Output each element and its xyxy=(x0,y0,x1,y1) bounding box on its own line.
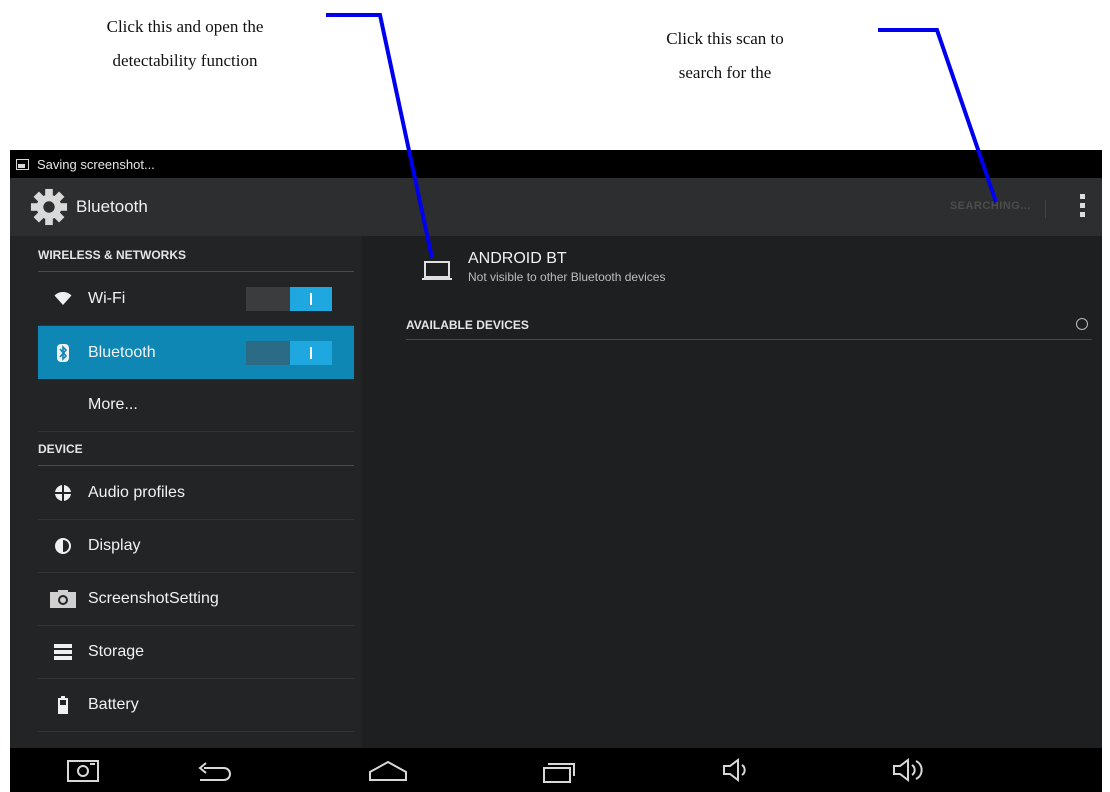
bluetooth-content: ANDROID BT Not visible to other Bluetoot… xyxy=(362,236,1102,748)
sidebar-item-label: Bluetooth xyxy=(88,343,156,361)
battery-icon xyxy=(50,694,76,716)
android-screen: Saving screenshot... Bluetooth SEARCHING… xyxy=(10,150,1102,792)
volume-down-icon[interactable] xyxy=(720,756,760,784)
sidebar-item-audio-profiles[interactable]: Audio profiles xyxy=(38,467,354,520)
gear-icon[interactable] xyxy=(30,188,68,226)
device-name: ANDROID BT xyxy=(468,250,567,267)
screenshot-icon[interactable] xyxy=(64,756,104,784)
sidebar-item-label: Battery xyxy=(88,696,139,713)
annotation-line: search for the xyxy=(678,63,772,82)
audio-profiles-icon xyxy=(50,482,76,504)
sidebar-item-label: More... xyxy=(88,396,138,413)
available-devices-label: AVAILABLE DEVICES xyxy=(406,318,529,332)
sidebar-item-label: Wi-Fi xyxy=(88,290,126,307)
recents-icon[interactable] xyxy=(538,756,578,784)
sidebar-item-storage[interactable]: Storage xyxy=(38,626,354,679)
scan-button[interactable]: SEARCHING... xyxy=(950,200,1046,218)
sidebar-item-wifi[interactable]: Wi-Fi xyxy=(38,273,354,326)
annotation-line: Click this and open the xyxy=(106,17,264,36)
storage-icon xyxy=(50,641,76,663)
annotation-detectability: Click this and open the detectability fu… xyxy=(40,10,330,78)
sidebar-item-label: ScreenshotSetting xyxy=(88,590,219,607)
overflow-menu-icon[interactable] xyxy=(1080,194,1086,220)
bluetooth-icon xyxy=(50,342,76,364)
annotation-scan: Click this scan to search for the xyxy=(590,22,860,90)
sidebar-item-battery[interactable]: Battery xyxy=(38,679,354,732)
local-device-row[interactable]: ANDROID BT Not visible to other Bluetoot… xyxy=(422,250,665,298)
screenshot-notification-icon xyxy=(16,158,29,170)
page-title: Bluetooth xyxy=(76,197,148,216)
available-devices-header: AVAILABLE DEVICES xyxy=(406,312,1092,340)
status-bar: Saving screenshot... xyxy=(10,150,1102,178)
bluetooth-toggle[interactable] xyxy=(246,340,332,365)
wifi-icon xyxy=(50,288,76,310)
sidebar-item-more[interactable]: More... xyxy=(38,379,354,432)
sidebar-item-display[interactable]: Display xyxy=(38,520,354,573)
settings-sidebar: WIRELESS & NETWORKS Wi-Fi Bluetooth More… xyxy=(10,236,362,748)
sidebar-item-label: Audio profiles xyxy=(88,484,185,501)
home-icon[interactable] xyxy=(368,756,408,784)
camera-icon xyxy=(50,588,76,610)
system-nav-bar xyxy=(10,748,1102,792)
progress-spinner-icon xyxy=(1076,318,1088,330)
annotation-line: Click this scan to xyxy=(666,29,784,48)
section-header-device: DEVICE xyxy=(38,432,354,466)
status-text: Saving screenshot... xyxy=(37,156,155,172)
sidebar-item-label: Display xyxy=(88,537,141,554)
display-icon xyxy=(50,535,76,557)
sidebar-item-label: Storage xyxy=(88,643,145,660)
device-visibility-status: Not visible to other Bluetooth devices xyxy=(468,270,666,284)
wifi-toggle[interactable] xyxy=(246,287,332,311)
sidebar-item-bluetooth[interactable]: Bluetooth xyxy=(38,326,354,379)
back-icon[interactable] xyxy=(194,756,234,784)
laptop-icon xyxy=(422,261,452,280)
sidebar-item-screenshot-setting[interactable]: ScreenshotSetting xyxy=(38,573,354,626)
section-header-wireless: WIRELESS & NETWORKS xyxy=(38,236,354,272)
annotation-line: detectability function xyxy=(112,51,258,70)
action-bar: Bluetooth SEARCHING... xyxy=(10,178,1102,236)
volume-up-icon[interactable] xyxy=(892,756,932,784)
